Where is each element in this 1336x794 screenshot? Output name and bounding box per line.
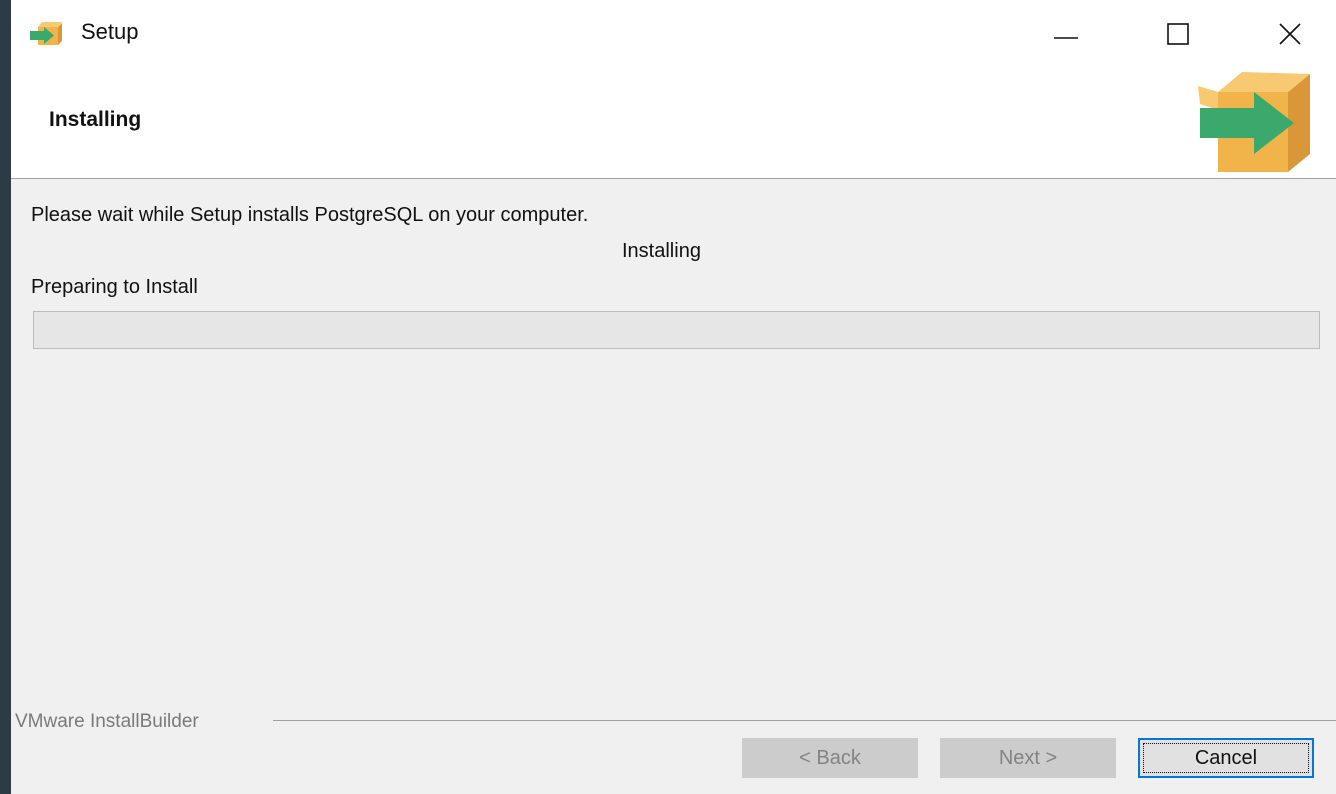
close-icon bbox=[1279, 23, 1301, 45]
maximize-icon bbox=[1167, 23, 1189, 45]
installer-box-arrow-icon bbox=[1198, 72, 1310, 172]
minimize-button[interactable] bbox=[1036, 0, 1096, 68]
footer-divider bbox=[273, 720, 1336, 721]
minimize-icon bbox=[1054, 37, 1078, 39]
installer-box-arrow-icon bbox=[30, 22, 62, 45]
install-step-label: Preparing to Install bbox=[31, 276, 198, 298]
brand-label: VMware InstallBuilder bbox=[15, 711, 199, 732]
page-title: Installing bbox=[49, 108, 142, 131]
cancel-button-label: Cancel bbox=[1194, 746, 1258, 769]
maximize-button[interactable] bbox=[1148, 0, 1208, 68]
window-title: Setup bbox=[81, 19, 139, 44]
close-button[interactable] bbox=[1260, 0, 1320, 68]
setup-window: Setup Installing Please wait while Setup… bbox=[11, 0, 1336, 794]
install-status: Installing bbox=[622, 240, 701, 262]
next-button[interactable]: Next > bbox=[940, 738, 1116, 778]
wizard-header: Installing bbox=[11, 68, 1336, 179]
install-description: Please wait while Setup installs Postgre… bbox=[31, 204, 589, 226]
back-button[interactable]: < Back bbox=[742, 738, 918, 778]
title-bar[interactable]: Setup bbox=[11, 0, 1336, 68]
install-progress-bar bbox=[33, 311, 1320, 349]
cancel-button[interactable]: Cancel bbox=[1138, 738, 1314, 778]
